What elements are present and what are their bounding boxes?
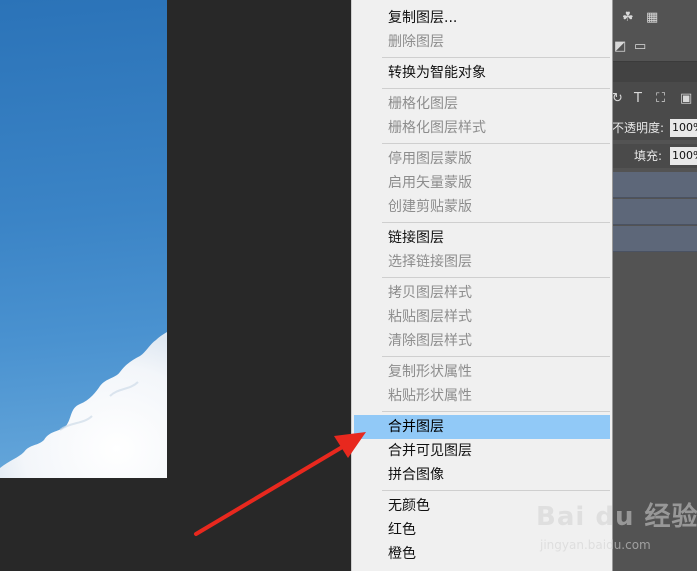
menu-separator	[382, 222, 610, 223]
grid-icon[interactable]: ▦	[646, 11, 658, 25]
gradient-icon[interactable]: ▭	[634, 40, 646, 54]
panel-top-area: ☘ ▦ ◩ ▭	[610, 0, 697, 62]
layer-filter-toolbar: ↻ T ⛶ ▣	[610, 82, 697, 116]
menu-item-delete-layer[interactable]: 删除图层	[354, 30, 610, 54]
menu-item-rasterize-layer[interactable]: 栅格化图层	[354, 92, 610, 116]
menu-item-clear-layer-style[interactable]: 清除图层样式	[354, 329, 610, 353]
menu-item-paste-layer-style[interactable]: 粘贴图层样式	[354, 305, 610, 329]
layers-panel: ☘ ▦ ◩ ▭ ↻ T ⛶ ▣ 不透明度: 100% 填充: 100%	[610, 0, 697, 571]
menu-item-paste-shape-attributes[interactable]: 粘贴形状属性	[354, 384, 610, 408]
menu-separator	[382, 57, 610, 58]
menu-separator	[382, 88, 610, 89]
circle-icon[interactable]: ↻	[612, 92, 623, 106]
menu-item-link-layers[interactable]: 链接图层	[354, 226, 610, 250]
fill-input[interactable]: 100%	[670, 147, 697, 165]
opacity-label: 不透明度:	[612, 121, 665, 135]
menu-separator	[382, 411, 610, 412]
opacity-input[interactable]: 100%	[670, 119, 697, 137]
watermark-url: jingyan.baidu.com	[540, 538, 651, 552]
menu-item-enable-vector-mask[interactable]: 启用矢量蒙版	[354, 171, 610, 195]
menu-separator	[382, 490, 610, 491]
opacity-row: 不透明度: 100%	[610, 116, 697, 140]
menu-separator	[382, 277, 610, 278]
menu-separator	[382, 356, 610, 357]
panel-tab-bar	[610, 62, 697, 82]
menu-item-merge-layers[interactable]: 合并图层	[354, 415, 610, 439]
menu-item-disable-layer-mask[interactable]: 停用图层蒙版	[354, 147, 610, 171]
mask-icon[interactable]: ◩	[614, 40, 626, 54]
menu-item-duplicate-layer[interactable]: 复制图层...	[354, 6, 610, 30]
cloud-graphic	[0, 332, 167, 478]
layer-row[interactable]	[610, 226, 697, 252]
menu-item-select-linked-layers[interactable]: 选择链接图层	[354, 250, 610, 274]
menu-item-merge-visible[interactable]: 合并可见图层	[354, 439, 610, 463]
smart-object-icon[interactable]: ▣	[680, 92, 692, 106]
watermark-logo-text: Bai du 经验	[536, 502, 697, 532]
menu-item-convert-smart-object[interactable]: 转换为智能对象	[354, 61, 610, 85]
layer-context-menu: 复制图层... 删除图层 转换为智能对象 栅格化图层 栅格化图层样式 停用图层蒙…	[351, 0, 613, 571]
menu-item-create-clipping-mask[interactable]: 创建剪贴蒙版	[354, 195, 610, 219]
layer-row[interactable]	[610, 172, 697, 198]
layer-row[interactable]	[610, 199, 697, 225]
transform-icon[interactable]: ⛶	[656, 92, 665, 106]
type-icon[interactable]: T	[634, 92, 642, 106]
fill-label: 填充:	[634, 149, 663, 163]
baidu-jingyan-watermark: Bai du 经验 jingyan.baidu.com	[536, 494, 697, 560]
channels-icon[interactable]: ☘	[622, 11, 634, 25]
menu-item-flatten-image[interactable]: 拼合图像	[354, 463, 610, 487]
fill-row: 填充: 100%	[610, 144, 697, 168]
menu-item-copy-shape-attributes[interactable]: 复制形状属性	[354, 360, 610, 384]
canvas-image	[0, 0, 167, 478]
menu-separator	[382, 143, 610, 144]
menu-item-copy-layer-style[interactable]: 拷贝图层样式	[354, 281, 610, 305]
menu-item-rasterize-layer-style[interactable]: 栅格化图层样式	[354, 116, 610, 140]
